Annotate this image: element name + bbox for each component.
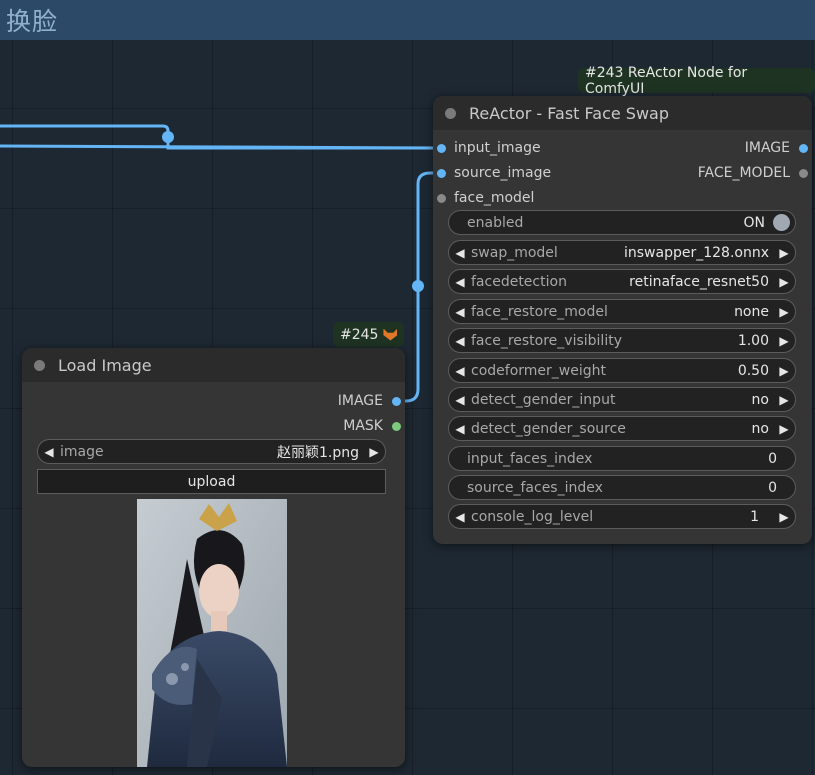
arrow-left-icon[interactable]: ◀ xyxy=(38,445,60,459)
widget-enabled-toggle[interactable]: enabled ON xyxy=(448,210,796,235)
widget-codeformer-weight[interactable]: ◀ codeformer_weight 0.50 ▶ xyxy=(448,358,796,383)
output-slot-dot-icon[interactable] xyxy=(799,143,808,153)
widget-value: no xyxy=(751,391,769,408)
reactor-node-title: ReActor - Fast Face Swap xyxy=(469,103,669,123)
arrow-right-icon[interactable]: ▶ xyxy=(773,275,795,289)
widget-label: face_restore_model xyxy=(471,303,608,320)
arrow-right-icon[interactable]: ▶ xyxy=(773,393,795,407)
fox-icon xyxy=(383,328,398,341)
arrow-right-icon[interactable]: ▶ xyxy=(773,334,795,348)
widget-value: inswapper_128.onnx xyxy=(624,244,769,261)
widget-label: face_restore_visibility xyxy=(471,332,622,349)
input-slot-label: input_image xyxy=(454,140,541,156)
widget-source-faces-index[interactable]: source_faces_index 0 xyxy=(448,475,796,500)
reroute-point-1 xyxy=(162,131,174,143)
widget-label: facedetection xyxy=(471,273,567,290)
widget-label: detect_gender_source xyxy=(471,420,626,437)
output-slot-label: IMAGE xyxy=(744,140,790,156)
widget-input-faces-index[interactable]: input_faces_index 0 xyxy=(448,446,796,471)
widget-value: ON xyxy=(743,214,766,231)
link-upper xyxy=(0,124,441,150)
arrow-right-icon[interactable]: ▶ xyxy=(773,364,795,378)
arrow-right-icon[interactable]: ▶ xyxy=(773,422,795,436)
output-slot-dot-icon[interactable] xyxy=(799,168,808,178)
toggle-knob-icon[interactable] xyxy=(773,214,790,231)
input-slot-source-image[interactable]: source_image xyxy=(437,163,551,183)
load-image-node-title-bar[interactable]: Load Image xyxy=(22,348,405,382)
widget-value: 1.00 xyxy=(737,332,769,349)
widget-label: input_faces_index xyxy=(467,450,593,467)
widget-label: source_faces_index xyxy=(467,479,603,496)
output-slot-image[interactable]: IMAGE xyxy=(338,391,401,411)
load-image-node-title: Load Image xyxy=(58,355,152,375)
widget-value: no xyxy=(751,420,769,437)
widget-value: 1 xyxy=(750,508,759,525)
reactor-node[interactable]: ReActor - Fast Face Swap input_image sou… xyxy=(433,96,812,544)
widget-value: 0 xyxy=(768,450,777,467)
reactor-node-badge-text: #243 ReActor Node for ComfyUI xyxy=(585,64,748,97)
input-slot-label: face_model xyxy=(454,190,535,206)
output-slot-face-model[interactable]: FACE_MODEL xyxy=(698,163,808,183)
arrow-left-icon[interactable]: ◀ xyxy=(449,422,471,436)
load-image-node-badge-text: #245 xyxy=(340,326,379,343)
widget-label: console_log_level xyxy=(471,508,594,525)
arrow-left-icon[interactable]: ◀ xyxy=(449,275,471,289)
widget-detect-gender-input[interactable]: ◀ detect_gender_input no ▶ xyxy=(448,387,796,412)
input-slot-label: source_image xyxy=(454,165,552,181)
arrow-left-icon[interactable]: ◀ xyxy=(449,305,471,319)
widget-value: 赵丽颖1.png xyxy=(276,444,359,461)
output-slot-label: FACE_MODEL xyxy=(697,165,790,181)
link-input-image xyxy=(0,144,442,150)
widget-label: detect_gender_input xyxy=(471,391,616,408)
reactor-node-title-bar[interactable]: ReActor - Fast Face Swap xyxy=(433,96,812,130)
output-slot-mask[interactable]: MASK xyxy=(343,416,401,436)
widget-label: swap_model xyxy=(471,244,558,261)
arrow-left-icon[interactable]: ◀ xyxy=(449,334,471,348)
collapse-dot-icon[interactable] xyxy=(445,107,456,119)
widget-label: image xyxy=(60,443,104,460)
widget-value: 0 xyxy=(768,479,777,496)
image-preview-graphic xyxy=(137,499,287,767)
widget-facedetection[interactable]: ◀ facedetection retinaface_resnet50 ▶ xyxy=(448,269,796,294)
widget-label: enabled xyxy=(467,214,524,231)
reroute-point-2 xyxy=(412,280,424,292)
reactor-node-badge: #243 ReActor Node for ComfyUI xyxy=(578,65,815,97)
widget-swap-model[interactable]: ◀ swap_model inswapper_128.onnx ▶ xyxy=(448,240,796,265)
output-slot-dot-icon[interactable] xyxy=(392,421,401,431)
arrow-left-icon[interactable]: ◀ xyxy=(449,246,471,260)
output-slot-dot-icon[interactable] xyxy=(392,396,401,406)
input-slot-face-model[interactable]: face_model xyxy=(437,188,534,208)
widget-value: none xyxy=(734,303,769,320)
arrow-right-icon[interactable]: ▶ xyxy=(773,510,795,524)
arrow-right-icon[interactable]: ▶ xyxy=(773,305,795,319)
upload-button[interactable]: upload xyxy=(37,469,386,494)
upload-button-label: upload xyxy=(187,473,236,490)
arrow-right-icon[interactable]: ▶ xyxy=(363,445,385,459)
arrow-left-icon[interactable]: ◀ xyxy=(449,510,471,524)
input-slot-input-image[interactable]: input_image xyxy=(437,138,541,158)
output-slot-label: MASK xyxy=(343,418,383,434)
input-slot-dot-icon[interactable] xyxy=(437,168,446,178)
output-slot-image[interactable]: IMAGE xyxy=(745,138,808,158)
arrow-left-icon[interactable]: ◀ xyxy=(449,364,471,378)
widget-value: 0.50 xyxy=(737,362,769,379)
input-slot-dot-icon[interactable] xyxy=(437,193,446,203)
load-image-node[interactable]: Load Image IMAGE MASK ◀ image 赵丽颖1.png ▶… xyxy=(22,348,405,767)
widget-detect-gender-source[interactable]: ◀ detect_gender_source no ▶ xyxy=(448,416,796,441)
widget-console-log-level[interactable]: ◀ console_log_level 1 ▶ xyxy=(448,504,796,529)
input-slot-dot-icon[interactable] xyxy=(437,143,446,153)
widget-value: retinaface_resnet50 xyxy=(629,273,769,290)
output-slot-label: IMAGE xyxy=(337,393,383,409)
load-image-node-badge: #245 xyxy=(333,322,405,347)
widget-face-restore-visibility[interactable]: ◀ face_restore_visibility 1.00 ▶ xyxy=(448,328,796,353)
widget-image-selector[interactable]: ◀ image 赵丽颖1.png ▶ xyxy=(37,439,386,464)
arrow-right-icon[interactable]: ▶ xyxy=(773,246,795,260)
collapse-dot-icon[interactable] xyxy=(34,359,45,371)
widget-face-restore-model[interactable]: ◀ face_restore_model none ▶ xyxy=(448,299,796,324)
arrow-left-icon[interactable]: ◀ xyxy=(449,393,471,407)
image-preview xyxy=(137,499,287,767)
widget-label: codeformer_weight xyxy=(471,362,606,379)
